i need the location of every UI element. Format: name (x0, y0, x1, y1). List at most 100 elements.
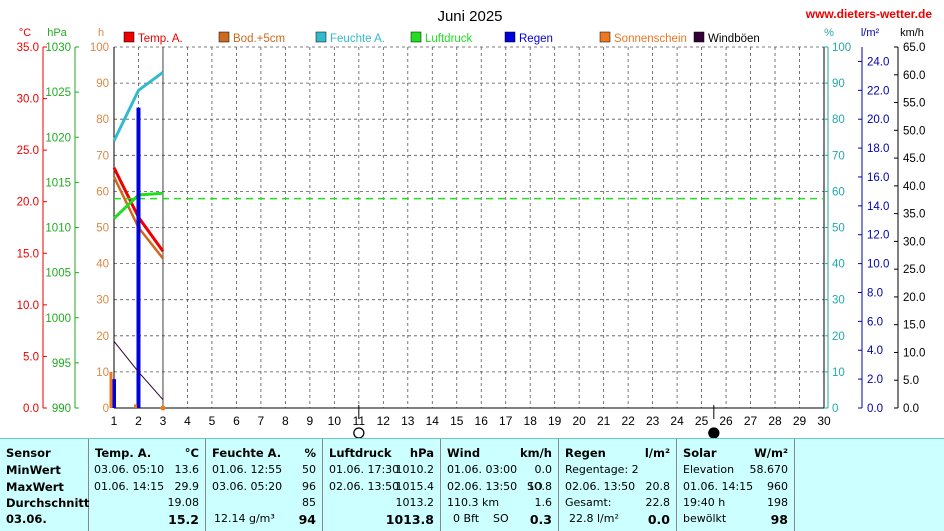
press-current: 1013.8 (385, 512, 434, 527)
wind-avg: 1.6 (534, 496, 553, 509)
rain-bar (136, 107, 141, 408)
y-tick-hours: 0 (103, 403, 109, 415)
y-tick-kmh: 0.0 (903, 403, 919, 415)
x-tick-label: 21 (597, 414, 611, 428)
panel-temp: Temp. A. °C 03.06. 05:10 13.6 01.06. 14:15… (89, 439, 206, 531)
x-tick-label: 4 (184, 414, 191, 428)
wind-unit: km/h (519, 446, 552, 460)
x-tick-label: 13 (401, 414, 415, 428)
legend-label-sun: Sonnenschein (614, 33, 687, 45)
y-tick-lm2: 20.0 (867, 114, 889, 126)
y-tick-kmh: 55.0 (903, 98, 925, 110)
x-tick-label: 28 (768, 414, 782, 428)
weather-chart: Juni 2025 www.dieters-wetter.de 12345678… (17, 7, 933, 438)
y-tick-percent: 100 (832, 42, 851, 54)
rain-days: Regentage: 2 (565, 463, 639, 476)
solar-current: 98 (770, 512, 788, 527)
solar-sky: bewölkt (683, 512, 727, 525)
x-tick-label: 8 (282, 414, 289, 428)
panel-pressure: Luftdruck hPa 01.06. 17:30 1010.2 02.06. 1… (323, 439, 441, 531)
stats-panel: Sensor MinWert MaxWert Durchschnitt 03.0… (0, 438, 944, 531)
y-tick-lm2: 24.0 (867, 56, 889, 68)
y-tick-hpa: 1015 (45, 177, 71, 189)
y-tick-kmh: 25.0 (903, 264, 925, 276)
legend-swatch-press (410, 31, 422, 43)
solar-unit: W/m² (754, 446, 788, 460)
panel-solar: Solar W/m² Elevation 58.670 01.06. 14:15 96… (677, 439, 795, 531)
y-tick-hours: 20 (96, 331, 109, 343)
rain-total-label: Gesamt: (565, 496, 612, 509)
hum-title: Feuchte A. (212, 446, 282, 460)
x-tick-label: 3 (160, 414, 167, 428)
y-tick-lm2: 8.0 (867, 287, 883, 299)
y-tick-celsius: 15.0 (17, 248, 39, 260)
temp-min-datetime: 03.06. 05:10 (94, 463, 165, 476)
x-tick-label: 25 (695, 414, 709, 428)
solar-time-value: 198 (767, 496, 788, 509)
grid (114, 46, 825, 408)
y-tick-kmh: 30.0 (903, 236, 925, 248)
legend-swatch-soil (218, 31, 230, 43)
y-tick-lm2: 4.0 (867, 345, 883, 357)
y-tick-celsius: 35.0 (17, 42, 39, 54)
sun-bar-marker (160, 405, 166, 411)
moon-new-icon (708, 427, 720, 438)
y-tick-percent: 80 (832, 114, 845, 126)
y-tick-celsius: 25.0 (17, 145, 39, 157)
x-tick-label: 29 (793, 414, 807, 428)
x-tick-label: 14 (426, 414, 440, 428)
y-tick-kmh: 20.0 (903, 292, 925, 304)
row-label-max: MaxWert (6, 480, 64, 494)
moon-full-icon (353, 427, 365, 438)
y-tick-percent: 0 (832, 403, 838, 415)
panel-rain: Regen l/m² Regentage: 2 02.06. 13:50 20.8 … (559, 439, 677, 531)
wind-max: 10.8 (527, 480, 553, 493)
solar-elevation: 58.670 (749, 463, 789, 476)
y-tick-hpa: 1000 (45, 313, 71, 325)
y-tick-kmh: 50.0 (903, 125, 925, 137)
temp-current: 15.2 (168, 512, 199, 527)
legend-swatch-sun (599, 31, 611, 43)
x-tick-label: 24 (670, 414, 684, 428)
wind-min: 0.0 (534, 463, 553, 476)
y-tick-lm2: 12.0 (867, 230, 889, 242)
y-tick-hours: 30 (96, 295, 109, 307)
wind-current: 0.3 (529, 512, 552, 527)
y-tick-hours: 80 (96, 114, 109, 126)
x-tick-label: 16 (475, 414, 489, 428)
y-tick-hours: 40 (96, 259, 109, 271)
y-tick-lm2: 22.0 (867, 85, 889, 97)
y-tick-hpa: 1005 (45, 268, 71, 280)
y-tick-percent: 70 (832, 150, 845, 162)
y-tick-kmh: 10.0 (903, 347, 925, 359)
y-tick-percent: 50 (832, 223, 845, 235)
x-tick-label: 10 (328, 414, 342, 428)
y-tick-celsius: 30.0 (17, 94, 39, 106)
y-tick-kmh: 15.0 (903, 320, 925, 332)
row-label-min: MinWert (6, 463, 61, 477)
x-tick-label: 23 (646, 414, 660, 428)
y-tick-lm2: 16.0 (867, 172, 889, 184)
series (109, 71, 824, 411)
y-tick-kmh: 65.0 (903, 42, 925, 54)
legend-label-hum: Feuchte A. (330, 33, 385, 45)
y-tick-lm2: 2.0 (867, 374, 883, 386)
rain-current: 0.0 (647, 512, 670, 527)
y-tick-percent: 30 (832, 295, 845, 307)
axis-unit-hours: h (98, 27, 104, 39)
website-label[interactable]: www.dieters-wetter.de (805, 7, 933, 21)
y-tick-lm2: 14.0 (867, 201, 889, 213)
legend-label-press: Luftdruck (425, 33, 473, 45)
row-label-avg: Durchschnitt (6, 496, 90, 510)
legend-label-rain: Regen (519, 33, 553, 45)
x-tick-label: 6 (233, 414, 240, 428)
x-tick-label: 7 (258, 414, 265, 428)
y-tick-celsius: 5.0 (23, 351, 39, 363)
hum-avg: 85 (302, 496, 316, 509)
y-tick-lm2: 6.0 (867, 316, 883, 328)
press-title: Luftdruck (329, 446, 392, 460)
y-tick-kmh: 60.0 (903, 70, 925, 82)
rain-today-total: 22.8 l/m² (569, 512, 619, 525)
x-tick-label: 20 (572, 414, 586, 428)
y-tick-percent: 40 (832, 259, 845, 271)
